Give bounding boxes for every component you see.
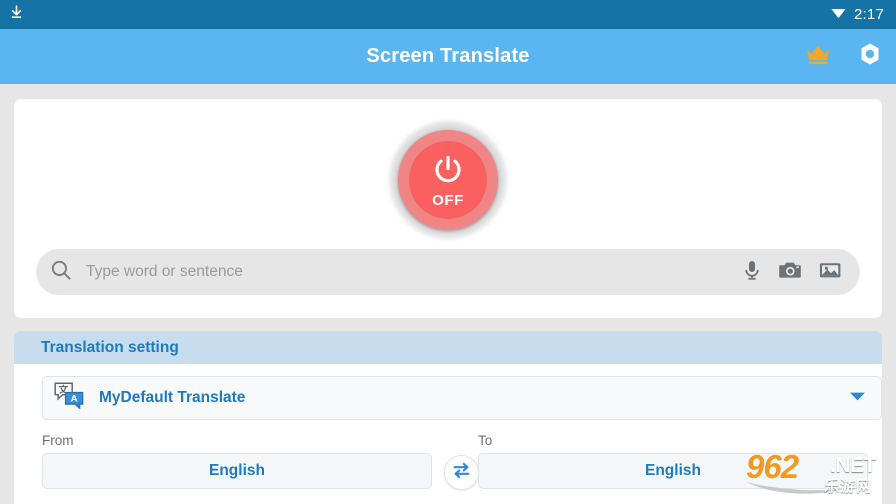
target-language-block: To English (478, 434, 868, 489)
crown-icon[interactable] (805, 43, 831, 70)
app-bar: Screen Translate (0, 29, 896, 84)
source-language-selector[interactable]: English (42, 452, 432, 489)
search-bar-actions (742, 259, 842, 286)
target-language-selector[interactable]: English (478, 452, 868, 489)
search-icon (50, 259, 72, 286)
target-language-value: English (645, 461, 701, 479)
gear-icon[interactable] (858, 42, 882, 71)
svg-text:A: A (71, 394, 78, 405)
language-selection-area: From English To English (14, 434, 882, 504)
translation-setting-card: Translation setting A MyDefault Translat… (14, 331, 882, 504)
search-input[interactable]: Type word or sentence (86, 263, 742, 281)
power-icon (431, 153, 465, 192)
status-bar-left (8, 4, 25, 26)
source-language-block: From English (42, 434, 432, 489)
app-bar-actions (805, 29, 882, 84)
translation-setting-title: Translation setting (41, 338, 179, 356)
status-bar: 2:17 (0, 0, 896, 29)
status-bar-clock: 2:17 (854, 6, 884, 23)
search-bar[interactable]: Type word or sentence (36, 249, 860, 295)
source-language-caption: From (42, 433, 74, 448)
power-state-label: OFF (432, 191, 464, 209)
wifi-icon (830, 5, 847, 25)
translate-icon: A (54, 382, 84, 414)
default-profile-selector[interactable]: A MyDefault Translate (42, 376, 882, 420)
swap-icon (451, 460, 472, 486)
source-language-value: English (209, 461, 265, 479)
power-button-inner: OFF (409, 141, 487, 219)
main-card: OFF Type word or sentence (14, 99, 882, 318)
default-profile-label: MyDefault Translate (99, 389, 246, 406)
page-title: Screen Translate (366, 45, 530, 67)
power-toggle-button[interactable]: OFF (389, 121, 507, 239)
camera-icon[interactable] (779, 260, 802, 285)
gallery-icon[interactable] (819, 260, 842, 285)
target-language-caption: To (478, 433, 493, 448)
microphone-icon[interactable] (742, 259, 762, 286)
app-root: 2:17 Screen Translate OFF Type word or s… (0, 0, 896, 504)
swap-languages-button[interactable] (444, 455, 479, 490)
download-icon (8, 4, 25, 26)
chevron-down-icon[interactable] (848, 389, 867, 407)
status-bar-right: 2:17 (830, 5, 884, 25)
translation-setting-header: Translation setting (14, 331, 882, 364)
